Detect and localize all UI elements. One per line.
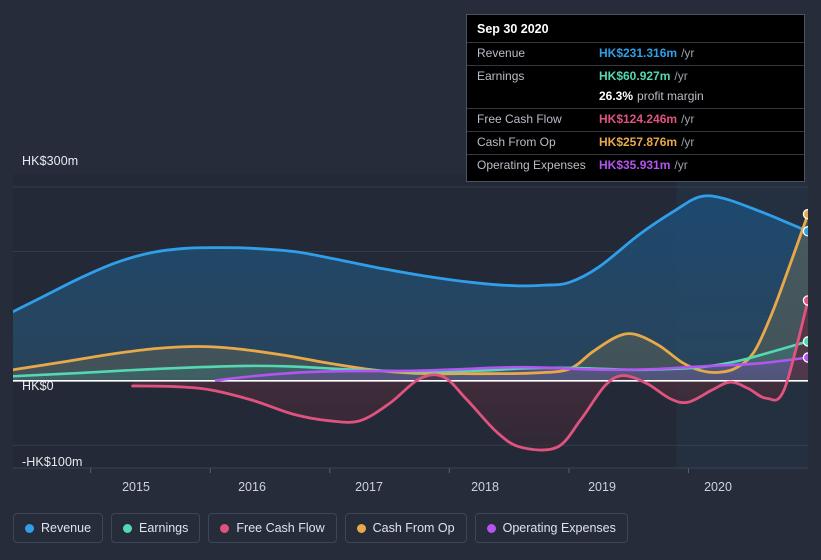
x-axis-label-2016: 2016 bbox=[238, 480, 266, 494]
tooltip-row-revenue: Revenue HK$231.316m /yr bbox=[467, 42, 804, 65]
legend-label-operating-expenses: Operating Expenses bbox=[502, 521, 616, 535]
tooltip-unit-revenue: /yr bbox=[681, 46, 695, 60]
legend-item-revenue[interactable]: Revenue bbox=[13, 513, 104, 543]
legend-color-dot-revenue bbox=[25, 523, 34, 533]
tooltip-label-free-cash-flow: Free Cash Flow bbox=[477, 112, 562, 126]
tooltip-row-operating-expenses: Operating Expenses HK$35.931m /yr bbox=[467, 154, 804, 177]
x-axis-label-2019: 2019 bbox=[588, 480, 616, 494]
legend-item-cash-from-op[interactable]: Cash From Op bbox=[344, 513, 467, 543]
tooltip-value-revenue: HK$231.316m bbox=[599, 46, 678, 60]
tooltip-row-profit-margin: 26.3% profit margin bbox=[467, 88, 804, 108]
legend-label-revenue: Revenue bbox=[41, 521, 92, 535]
y-axis-label-zero: HK$0 bbox=[22, 379, 54, 393]
tooltip-row-earnings: Earnings HK$60.927m /yr bbox=[467, 65, 804, 88]
legend-label-cash-from-op: Cash From Op bbox=[372, 521, 455, 535]
x-axis-label-2018: 2018 bbox=[471, 480, 499, 494]
tooltip-unit-earnings: /yr bbox=[674, 69, 688, 83]
tooltip-value-profit-margin: 26.3% bbox=[599, 89, 634, 103]
tooltip-row-cash-from-op: Cash From Op HK$257.876m /yr bbox=[467, 131, 804, 154]
tooltip-row-free-cash-flow: Free Cash Flow HK$124.246m /yr bbox=[467, 108, 804, 131]
chart-legend: Revenue Earnings Free Cash Flow Cash Fro… bbox=[13, 513, 628, 543]
tooltip-label-earnings: Earnings bbox=[477, 69, 525, 83]
tooltip-unit-cash-from-op: /yr bbox=[681, 135, 695, 149]
data-point-tooltip: Sep 30 2020 Revenue HK$231.316m /yr Earn… bbox=[466, 14, 805, 182]
legend-item-operating-expenses[interactable]: Operating Expenses bbox=[474, 513, 628, 543]
tooltip-text-profit-margin: profit margin bbox=[637, 89, 704, 103]
legend-item-free-cash-flow[interactable]: Free Cash Flow bbox=[208, 513, 337, 543]
tooltip-value-earnings: HK$60.927m bbox=[599, 69, 671, 83]
x-axis-label-2020: 2020 bbox=[704, 480, 732, 494]
x-axis-label-2015: 2015 bbox=[122, 480, 150, 494]
legend-label-free-cash-flow: Free Cash Flow bbox=[236, 521, 325, 535]
tooltip-label-revenue: Revenue bbox=[477, 46, 526, 60]
tooltip-value-free-cash-flow: HK$124.246m bbox=[599, 112, 678, 126]
tooltip-unit-operating-expenses: /yr bbox=[674, 158, 688, 172]
legend-color-dot-operating-expenses bbox=[486, 523, 496, 533]
tooltip-date: Sep 30 2020 bbox=[477, 22, 549, 36]
tooltip-label-operating-expenses: Operating Expenses bbox=[477, 158, 586, 172]
legend-color-dot-earnings bbox=[123, 523, 133, 533]
legend-item-earnings[interactable]: Earnings bbox=[111, 513, 201, 543]
y-axis-label-negative-100m: -HK$100m bbox=[22, 455, 83, 469]
tooltip-label-cash-from-op: Cash From Op bbox=[477, 135, 556, 149]
x-axis-label-2017: 2017 bbox=[355, 480, 383, 494]
legend-label-earnings: Earnings bbox=[139, 521, 189, 535]
legend-color-dot-cash-from-op bbox=[356, 523, 366, 533]
financial-area-chart: HK$300m HK$0 -HK$100m 2015 2016 2017 201… bbox=[0, 0, 821, 560]
legend-color-dot-free-cash-flow bbox=[220, 523, 230, 533]
tooltip-value-operating-expenses: HK$35.931m bbox=[599, 158, 671, 172]
tooltip-value-cash-from-op: HK$257.876m bbox=[599, 135, 678, 149]
y-axis-label-300m: HK$300m bbox=[22, 154, 79, 168]
tooltip-unit-free-cash-flow: /yr bbox=[681, 112, 695, 126]
